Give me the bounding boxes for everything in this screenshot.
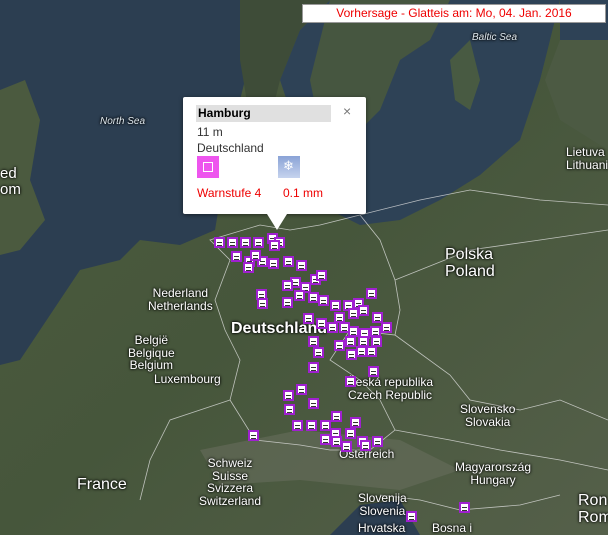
label-north-sea: North Sea bbox=[100, 116, 146, 127]
freezing-rain-warning-marker[interactable] bbox=[243, 262, 254, 273]
freezing-rain-warning-marker[interactable] bbox=[330, 300, 341, 311]
label-lithuania: Lietuva Lithuania bbox=[566, 145, 608, 172]
freezing-rain-warning-marker[interactable] bbox=[320, 434, 331, 445]
freezing-rain-warning-marker[interactable] bbox=[341, 441, 352, 452]
freezing-rain-warning-marker[interactable] bbox=[296, 260, 307, 271]
popup-elevation: 11 m bbox=[197, 125, 223, 139]
freezing-rain-warning-marker[interactable] bbox=[366, 346, 377, 357]
popup-amount: 0.1 mm bbox=[283, 186, 324, 200]
freezing-rain-warning-marker[interactable] bbox=[366, 288, 377, 299]
freezing-rain-warning-marker[interactable] bbox=[283, 390, 294, 401]
station-info-popup: Hamburg × 11 m Deutschland Warnstufe 4 0… bbox=[183, 97, 366, 230]
freezing-rain-warning-marker[interactable] bbox=[331, 411, 342, 422]
freezing-rain-warning-marker[interactable] bbox=[345, 428, 356, 439]
label-croatia: Hrvatska bbox=[358, 521, 406, 535]
label-bosnia: Bosna i bbox=[432, 521, 473, 535]
label-switzerland: Schweiz Suisse Svizzera Switzerland bbox=[199, 456, 262, 508]
freezing-rain-warning-marker[interactable] bbox=[283, 256, 294, 267]
freezing-rain-warning-marker[interactable] bbox=[282, 280, 293, 291]
freezing-rain-warning-marker[interactable] bbox=[269, 240, 280, 251]
freezing-rain-warning-marker[interactable] bbox=[350, 417, 361, 428]
label-luxembourg: Luxembourg bbox=[154, 372, 221, 386]
freezing-rain-warning-marker[interactable] bbox=[231, 251, 242, 262]
freezing-rain-warning-marker[interactable] bbox=[459, 502, 470, 513]
freezing-rain-warning-marker[interactable] bbox=[268, 258, 279, 269]
freezing-rain-warning-marker[interactable] bbox=[214, 237, 225, 248]
label-czech: Česká republika Czech Republic bbox=[347, 375, 434, 402]
freezing-rain-warning-marker[interactable] bbox=[345, 336, 356, 347]
freezing-rain-warning-marker[interactable] bbox=[358, 305, 369, 316]
freezing-rain-warning-marker[interactable] bbox=[248, 430, 259, 441]
label-united-kingdom: ed om bbox=[0, 165, 21, 198]
freezing-rain-warning-marker[interactable] bbox=[227, 237, 238, 248]
freezing-rain-warning-marker[interactable] bbox=[316, 318, 327, 329]
warning-level-icon bbox=[197, 156, 219, 178]
freezing-rain-warning-marker[interactable] bbox=[296, 384, 307, 395]
freezing-rain-warning-marker[interactable] bbox=[240, 237, 251, 248]
freezing-rain-warning-marker[interactable] bbox=[345, 376, 356, 387]
freezing-rain-warning-marker[interactable] bbox=[318, 295, 329, 306]
freezing-rain-warning-marker[interactable] bbox=[292, 420, 303, 431]
freezing-rain-warning-marker[interactable] bbox=[334, 340, 345, 351]
freezing-rain-warning-marker[interactable] bbox=[308, 398, 319, 409]
freezing-rain-warning-marker[interactable] bbox=[308, 362, 319, 373]
freezing-rain-warning-marker[interactable] bbox=[327, 322, 338, 333]
forecast-title-bar: Vorhersage - Glatteis am: Mo, 04. Jan. 2… bbox=[302, 4, 606, 23]
freezing-rain-warning-marker[interactable] bbox=[257, 298, 268, 309]
freezing-rain-warning-marker[interactable] bbox=[372, 436, 383, 447]
freezing-rain-warning-marker[interactable] bbox=[368, 366, 379, 377]
freezing-rain-warning-marker[interactable] bbox=[406, 511, 417, 522]
freezing-rain-warning-marker[interactable] bbox=[316, 270, 327, 281]
label-belgium: België Belgique Belgium bbox=[128, 333, 175, 373]
popup-country: Deutschland bbox=[197, 141, 264, 155]
freezing-rain-warning-marker[interactable] bbox=[282, 297, 293, 308]
popup-warn-level: Warnstufe 4 bbox=[197, 186, 262, 200]
freezing-rain-warning-marker[interactable] bbox=[313, 347, 324, 358]
label-slovakia: Slovensko Slovakia bbox=[460, 402, 516, 429]
freezing-rain-warning-marker[interactable] bbox=[284, 404, 295, 415]
freezing-rain-warning-marker[interactable] bbox=[303, 313, 314, 324]
freezing-rain-warning-marker[interactable] bbox=[250, 250, 261, 261]
label-poland: Polska Poland bbox=[445, 246, 495, 280]
freezing-rain-warning-marker[interactable] bbox=[294, 290, 305, 301]
label-netherlands: Nederland Netherlands bbox=[148, 286, 213, 313]
freezing-rain-warning-marker[interactable] bbox=[253, 237, 264, 248]
freezing-rain-warning-marker[interactable] bbox=[306, 420, 317, 431]
close-icon[interactable]: × bbox=[343, 103, 351, 119]
freezing-rain-warning-marker[interactable] bbox=[381, 322, 392, 333]
label-romania: Ron Rom bbox=[578, 492, 608, 526]
label-slovenia: Slovenija Slovenia bbox=[358, 491, 407, 518]
freezing-rain-icon bbox=[278, 156, 300, 178]
label-baltic-sea: Baltic Sea bbox=[472, 32, 518, 43]
popup-station-name: Hamburg bbox=[196, 105, 331, 122]
label-hungary: Magyarország Hungary bbox=[455, 460, 532, 487]
freezing-rain-warning-marker[interactable] bbox=[308, 336, 319, 347]
label-france: France bbox=[77, 476, 127, 493]
freezing-rain-warning-marker[interactable] bbox=[360, 440, 371, 451]
